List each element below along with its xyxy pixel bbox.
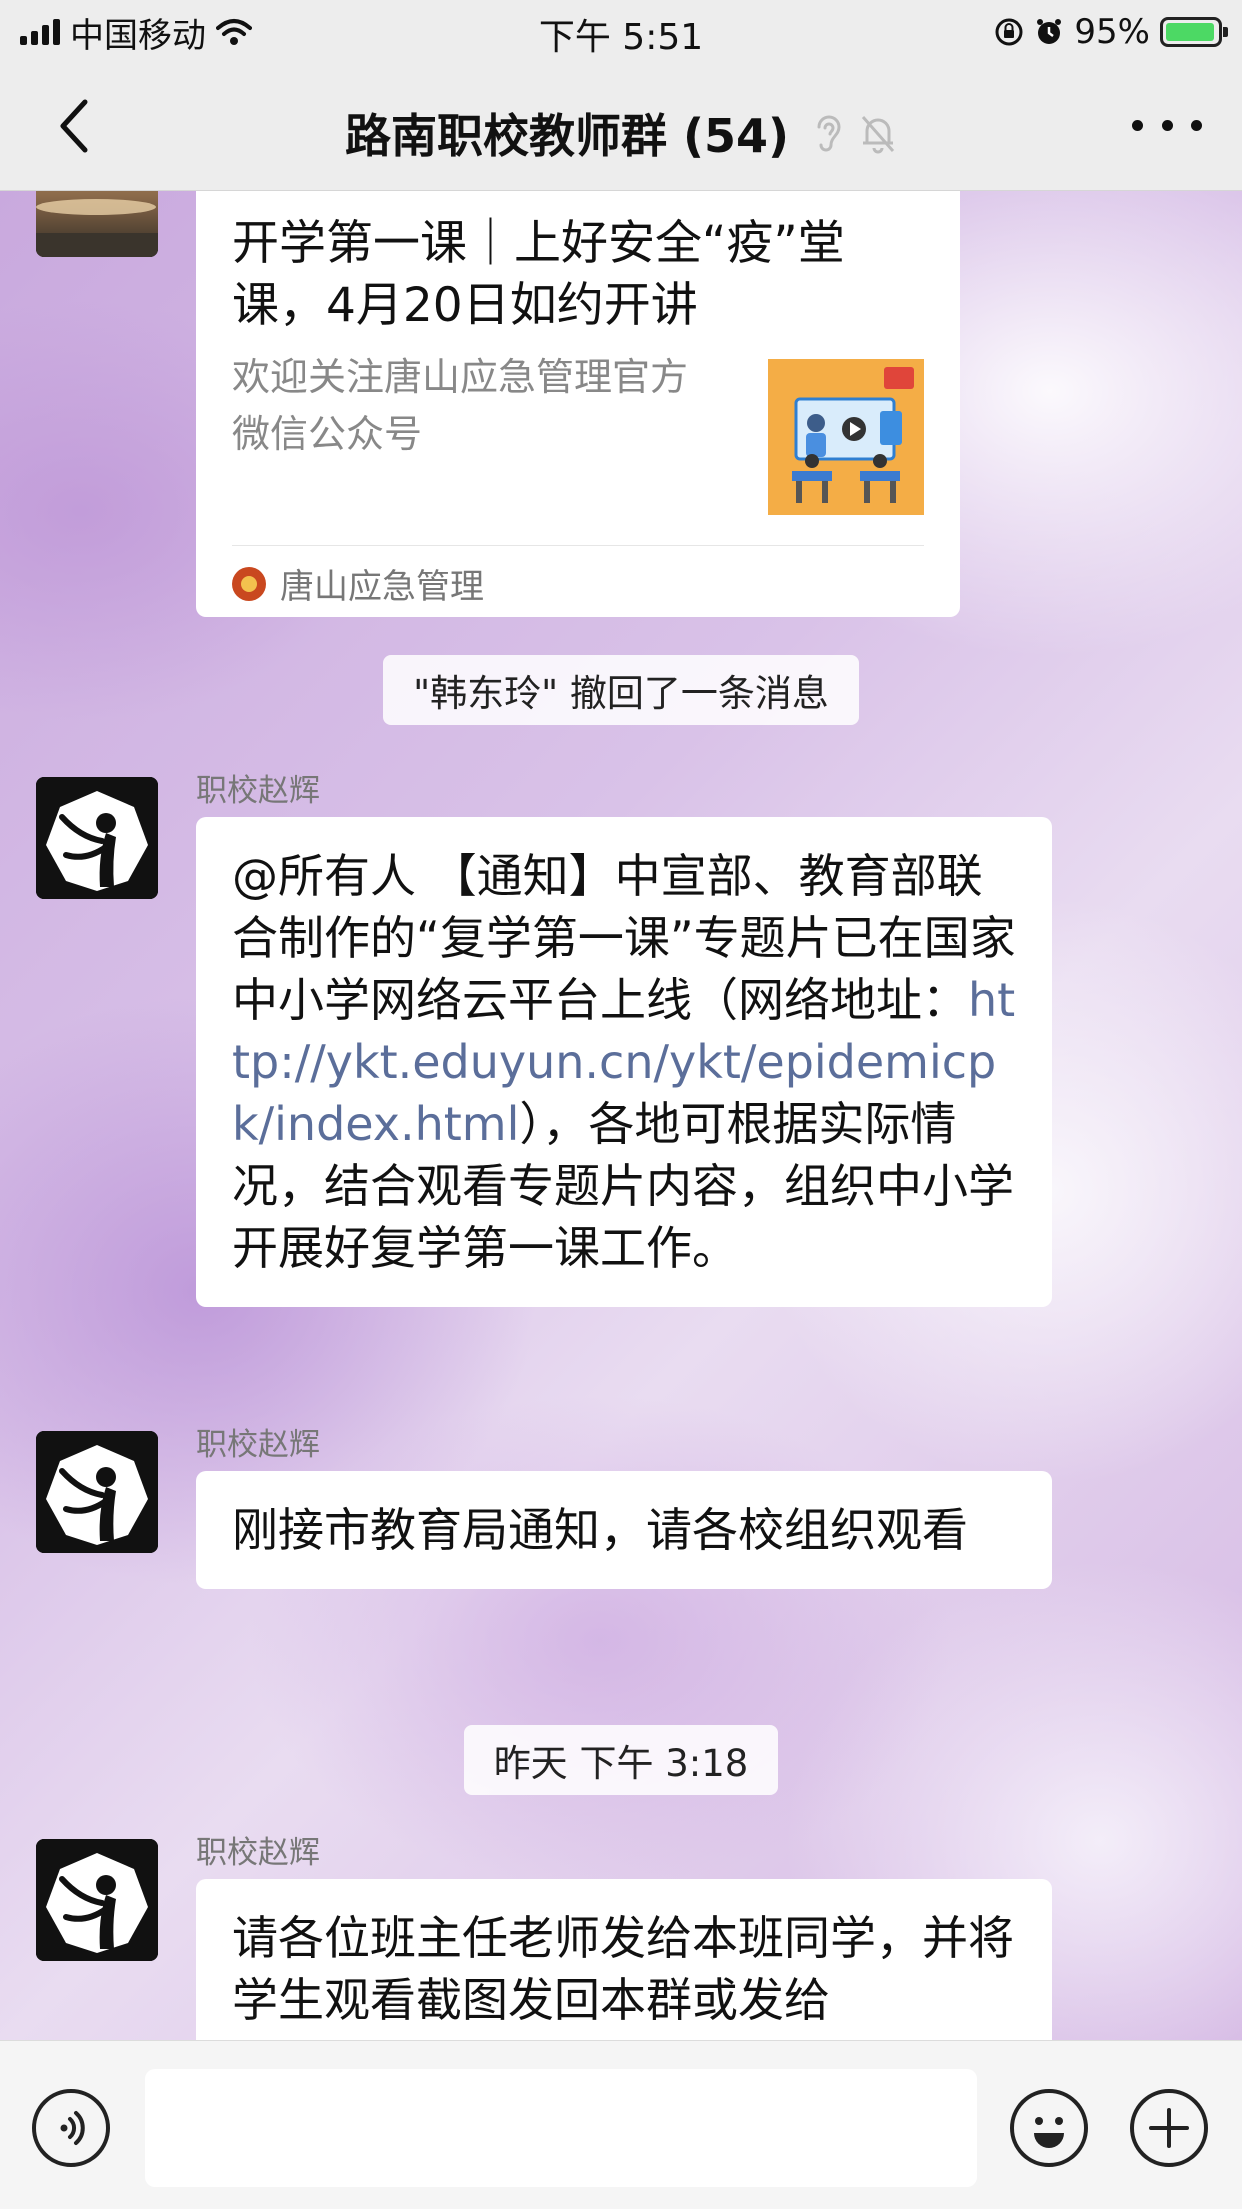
avatar[interactable] <box>36 1839 158 1961</box>
article-description: 欢迎关注唐山应急管理官方微信公众号 <box>232 355 689 456</box>
group-name: 路南职校教师群 (54) <box>344 109 790 163</box>
avatar[interactable] <box>36 1431 158 1553</box>
voice-button[interactable] <box>32 2089 110 2167</box>
rotation-lock-icon <box>995 18 1023 46</box>
message-bubble[interactable]: 请各位班主任老师发给本班同学，并将学生观看截图发回本群或发给 <box>196 1879 1052 2040</box>
article-card[interactable]: 开学第一课｜上好安全“疫”堂课，4月20日如约开讲 欢迎关注唐山应急管理官方微信… <box>196 191 960 617</box>
input-bar <box>0 2040 1242 2209</box>
recall-notice: "韩东玲" 撤回了一条消息 <box>0 655 1242 725</box>
status-bar: 中国移动 下午 5:51 95% <box>0 0 1242 62</box>
bell-slash-icon <box>861 116 895 154</box>
divider <box>232 545 924 546</box>
add-button[interactable] <box>1130 2089 1208 2167</box>
sender-name: 职校赵辉 <box>196 1427 320 1463</box>
battery-percent: 95% <box>1074 12 1150 52</box>
sender-name: 职校赵辉 <box>196 1835 320 1871</box>
message-text: 刚接市教育局通知，请各校组织观看 <box>232 1503 968 1557</box>
status-right: 95% <box>994 10 1228 54</box>
voice-icon <box>60 2111 85 2145</box>
article-source-label: 唐山应急管理 <box>280 567 484 607</box>
avatar[interactable] <box>36 777 158 899</box>
avatar[interactable] <box>36 191 158 257</box>
timestamp: 昨天 下午 3:18 <box>0 1725 1242 1795</box>
account-logo-icon <box>232 566 266 601</box>
emoji-button[interactable] <box>1010 2089 1088 2167</box>
timestamp-text: 昨天 下午 3:18 <box>463 1725 779 1795</box>
chat-title: 路南职校教师群 (54) <box>0 100 1242 166</box>
message-bubble[interactable]: @所有人 【通知】中宣部、教育部联合制作的“复学第一课”专题片已在国家中小学网络… <box>196 817 1052 1307</box>
article-thumbnail <box>768 359 924 515</box>
sender-name: 职校赵辉 <box>196 773 320 809</box>
message-input[interactable] <box>145 2069 977 2187</box>
chat-messages[interactable]: 开学第一课｜上好安全“疫”堂课，4月20日如约开讲 欢迎关注唐山应急管理官方微信… <box>0 191 1242 2040</box>
more-button[interactable] <box>1132 110 1202 140</box>
article-source: 唐山应急管理 <box>232 559 484 608</box>
more-dots-icon <box>1132 119 1143 131</box>
plus-icon <box>1149 2108 1189 2148</box>
recall-notice-text: "韩东玲" 撤回了一条消息 <box>383 655 859 725</box>
message-text: @所有人 【通知】中宣部、教育部联合制作的“复学第一课”专题片已在国家中小学网络… <box>232 849 1016 1027</box>
message-bubble[interactable]: 刚接市教育局通知，请各校组织观看 <box>196 1471 1052 1589</box>
alarm-icon <box>1037 19 1062 44</box>
emoji-icon <box>1034 2117 1064 2148</box>
chat-header: 路南职校教师群 (54) <box>0 62 1242 191</box>
battery-icon <box>1160 17 1228 47</box>
message-text: 请各位班主任老师发给本班同学，并将学生观看截图发回本群或发给 <box>232 1911 1014 2027</box>
ear-icon <box>817 115 841 152</box>
article-title: 开学第一课｜上好安全“疫”堂课，4月20日如约开讲 <box>232 216 845 333</box>
